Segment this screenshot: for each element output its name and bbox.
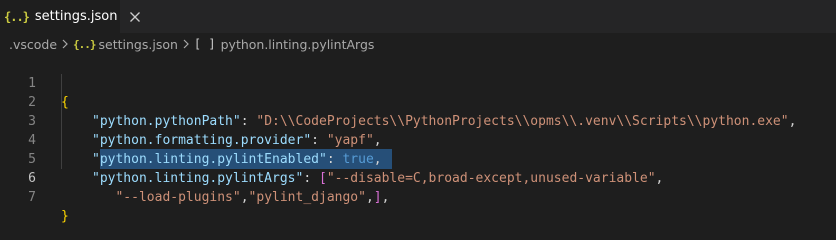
close-bracket: ] bbox=[373, 190, 382, 205]
code-line-6[interactable]: 6 "--load-plugins","pylint_django",], bbox=[0, 150, 836, 205]
json-file-icon: {..} bbox=[4, 9, 30, 24]
chevron-right-icon bbox=[182, 39, 190, 49]
code-line-3[interactable]: 3 "python.formatting.provider": "yapf", bbox=[0, 93, 836, 148]
code-line-2[interactable]: 2 "python.pythonPath": "D:\\CodeProjects… bbox=[0, 74, 836, 129]
breadcrumb-symbol-label: python.linting.pylintArgs bbox=[220, 36, 375, 52]
code-line-4[interactable]: 4 "python.linting.pylintEnabled": true, bbox=[0, 112, 836, 167]
breadcrumb: .vscode {..} settings.json [ ] python.li… bbox=[0, 33, 836, 55]
json-string: "--load-plugins" bbox=[115, 190, 241, 205]
chevron-right-icon bbox=[61, 39, 69, 49]
json-string: "pylint_django" bbox=[248, 190, 366, 205]
breadcrumb-folder[interactable]: .vscode bbox=[9, 37, 57, 52]
code-content: "--load-plugins","pylint_django",], bbox=[61, 188, 389, 207]
tab-settings-json[interactable]: {..} settings.json bbox=[0, 0, 141, 33]
code-line-5[interactable]: 5 "python.linting.pylintArgs": ["--disab… bbox=[0, 131, 836, 186]
code-line-1[interactable]: 1 { bbox=[0, 55, 836, 110]
json-comma: , bbox=[240, 190, 249, 205]
array-symbol-icon: [ ] bbox=[193, 37, 216, 51]
code-content: } bbox=[61, 207, 69, 226]
breadcrumb-symbol[interactable]: [ ] python.linting.pylintArgs bbox=[194, 37, 374, 52]
breadcrumb-file-label: settings.json bbox=[98, 36, 178, 52]
line-number: 7 bbox=[28, 190, 36, 205]
json-comma: , bbox=[365, 190, 374, 205]
json-comma: , bbox=[381, 190, 390, 205]
close-icon[interactable] bbox=[129, 9, 141, 25]
tab-bar: {..} settings.json bbox=[0, 0, 836, 33]
json-file-icon: {..} bbox=[73, 37, 96, 51]
code-editor[interactable]: 1 { 2 "python.pythonPath": "D:\\CodeProj… bbox=[0, 55, 836, 224]
tab-label: settings.json bbox=[34, 9, 118, 24]
close-brace: } bbox=[61, 209, 69, 224]
breadcrumb-folder-label: .vscode bbox=[9, 36, 58, 52]
breadcrumb-file[interactable]: {..} settings.json bbox=[73, 37, 178, 52]
code-line-7[interactable]: 7 } bbox=[0, 169, 836, 224]
